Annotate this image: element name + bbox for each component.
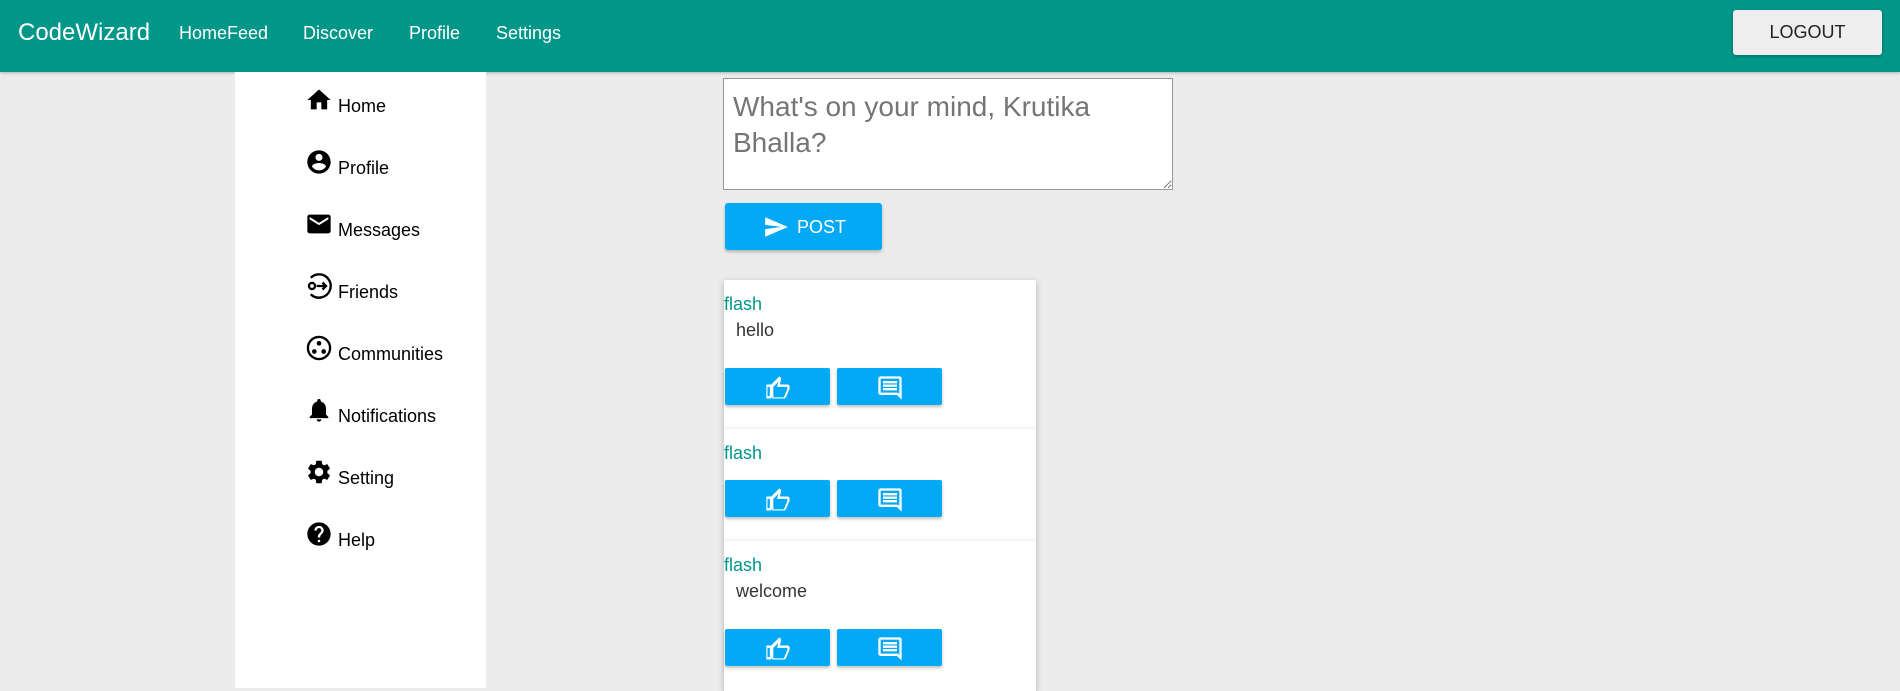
sidebar-item-label: Notifications (338, 406, 437, 426)
post-card: flash (724, 429, 1036, 541)
post-card: flash welcome (724, 541, 1036, 691)
comment-icon (878, 488, 902, 512)
account-circle-icon (307, 150, 331, 174)
comment-button[interactable] (837, 480, 942, 517)
post-button-label: POST (797, 217, 847, 237)
thumb-up-icon (766, 488, 790, 511)
comment-button[interactable] (837, 368, 942, 405)
post-button[interactable]: POST (725, 203, 882, 250)
sidebar-item-label: Friends (338, 282, 399, 302)
post-card: flash hello (724, 280, 1036, 430)
thumb-up-icon (766, 376, 790, 399)
help-icon (307, 522, 331, 546)
sidebar-item-label: Setting (338, 468, 395, 488)
comment-button[interactable] (837, 629, 942, 666)
post-author[interactable]: flash (724, 443, 762, 464)
mail-icon (307, 214, 331, 234)
like-button[interactable] (725, 368, 830, 405)
friends-icon (307, 273, 332, 299)
sidebar-item-label: Profile (338, 158, 390, 178)
top-app-bar: CodeWizard HomeFeed Discover Profile Set… (0, 0, 1900, 72)
sidebar: Home Profile Messages Friends Communitie… (235, 72, 486, 688)
nav-link-profile[interactable]: Profile (409, 23, 460, 44)
nav-link-discover[interactable]: Discover (303, 23, 373, 44)
post-text: welcome (736, 581, 808, 601)
like-button[interactable] (725, 629, 830, 666)
post-composer-input[interactable] (723, 78, 1173, 190)
sidebar-item-label: Messages (338, 220, 421, 240)
nav-link-homefeed[interactable]: HomeFeed (179, 23, 268, 44)
post-text: hello (736, 320, 775, 340)
comment-icon (878, 376, 902, 400)
post-author[interactable]: flash (724, 555, 762, 576)
post-author[interactable]: flash (724, 294, 762, 315)
like-button[interactable] (725, 480, 830, 517)
sidebar-item-label: Help (338, 530, 376, 550)
sidebar-item-label: Communities (338, 344, 444, 364)
bell-icon (309, 398, 329, 422)
comment-icon (878, 637, 902, 661)
thumb-up-icon (766, 637, 790, 660)
communities-icon (306, 335, 332, 361)
home-icon (307, 89, 331, 110)
logout-button[interactable]: LOGOUT (1733, 10, 1882, 55)
send-icon (765, 217, 788, 237)
brand-logo[interactable]: CodeWizard (18, 19, 150, 47)
sidebar-item-label: Home (338, 96, 387, 116)
nav-link-settings[interactable]: Settings (496, 23, 561, 44)
gear-icon (308, 460, 330, 484)
